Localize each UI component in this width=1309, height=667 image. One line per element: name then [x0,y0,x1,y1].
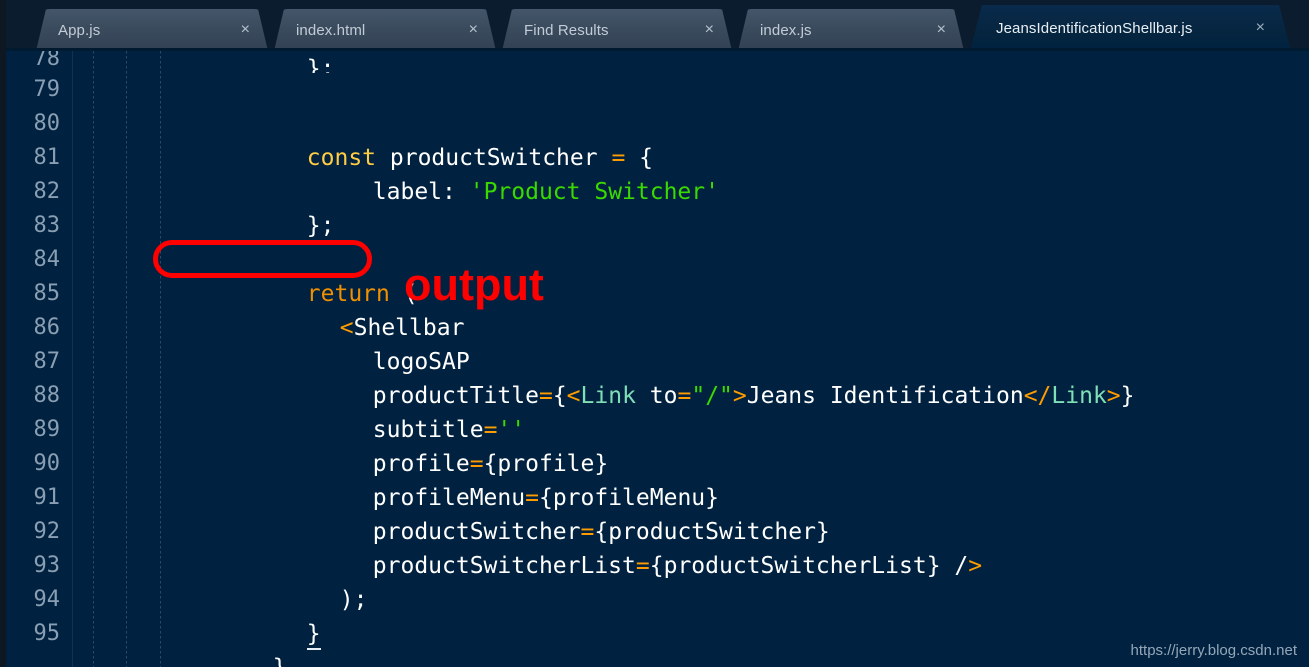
watermark-url: https://jerry.blog.csdn.net [1130,642,1297,659]
tab-label: Find Results [524,21,609,39]
line-number: 85 [33,281,61,306]
line-number: 90 [33,451,61,476]
close-icon[interactable]: × [933,22,950,38]
line-number: 81 [33,145,61,170]
close-icon[interactable]: × [465,22,482,38]
tab-index-js[interactable]: index.js × [738,9,964,51]
code-content[interactable]: }; const productSwitcher = { label: 'Pro… [72,51,1309,667]
close-icon[interactable]: × [701,22,718,38]
tab-app-js[interactable]: App.js × [36,9,268,51]
line-number-gutter: 78 79 80 81 82 83 84 85 86 87 88 89 90 9… [6,51,73,667]
line-number: 79 [33,77,61,102]
line-number: 84 [33,247,61,272]
code-line[interactable]: const productSwitcher = { [72,107,1309,171]
tab-find-results[interactable]: Find Results × [502,9,732,51]
code-line[interactable]: productTitle={<Link to="/">Jeans Identif… [72,345,1309,409]
code-line[interactable]: label: 'Product Switcher' [72,141,1309,205]
line-number: 91 [33,485,61,510]
tab-index-html[interactable]: index.html × [274,9,496,51]
code-line[interactable]: productSwitcherList={productSwitcherList… [72,515,1309,579]
line-number: 82 [33,179,61,204]
code-line[interactable]: productSwitcher={productSwitcher} [72,481,1309,545]
line-number: 78 [33,51,61,71]
tab-label: App.js [58,21,101,39]
code-line[interactable]: }; [72,51,1309,74]
line-number: 92 [33,519,61,544]
code-line[interactable]: } [72,583,1309,650]
code-line[interactable] [72,73,1309,107]
code-token: } [273,655,287,667]
line-number: 93 [33,553,61,578]
code-line[interactable]: <Shellbar [72,277,1309,341]
close-icon[interactable]: × [237,22,254,38]
line-number: 94 [33,587,61,612]
code-token: }; [306,56,335,74]
code-line[interactable]: profileMenu={profileMenu} [72,447,1309,511]
tab-label: index.html [296,21,366,39]
close-icon[interactable]: × [1252,20,1269,36]
code-line[interactable]: } [72,617,1309,667]
code-line[interactable]: }; [72,175,1309,239]
line-number: 86 [33,315,61,340]
tab-label: JeansIdentificationShellbar.js [996,19,1193,37]
code-line[interactable] [72,209,1309,243]
line-number: 80 [33,111,61,136]
code-editor-window: App.js × index.html × Find Results × ind… [0,0,1309,667]
line-number: 88 [33,383,61,408]
line-number: 95 [33,621,61,646]
editor-tab-bar: App.js × index.html × Find Results × ind… [0,0,1309,51]
code-line[interactable]: ); [72,549,1309,613]
code-line[interactable]: logoSAP [72,311,1309,375]
code-line[interactable]: profile={profile} [72,413,1309,477]
tab-jeans-identification-shellbar-js[interactable]: JeansIdentificationShellbar.js × [970,5,1291,51]
line-number: 89 [33,417,61,442]
line-number: 87 [33,349,61,374]
editor-pane[interactable]: 78 79 80 81 82 83 84 85 86 87 88 89 90 9… [0,51,1309,667]
annotation-output-label: output [404,259,544,310]
tab-label: index.js [760,21,812,39]
line-number: 83 [33,213,61,238]
code-line[interactable]: return ( [72,243,1309,307]
code-line[interactable]: subtitle='' [72,379,1309,443]
